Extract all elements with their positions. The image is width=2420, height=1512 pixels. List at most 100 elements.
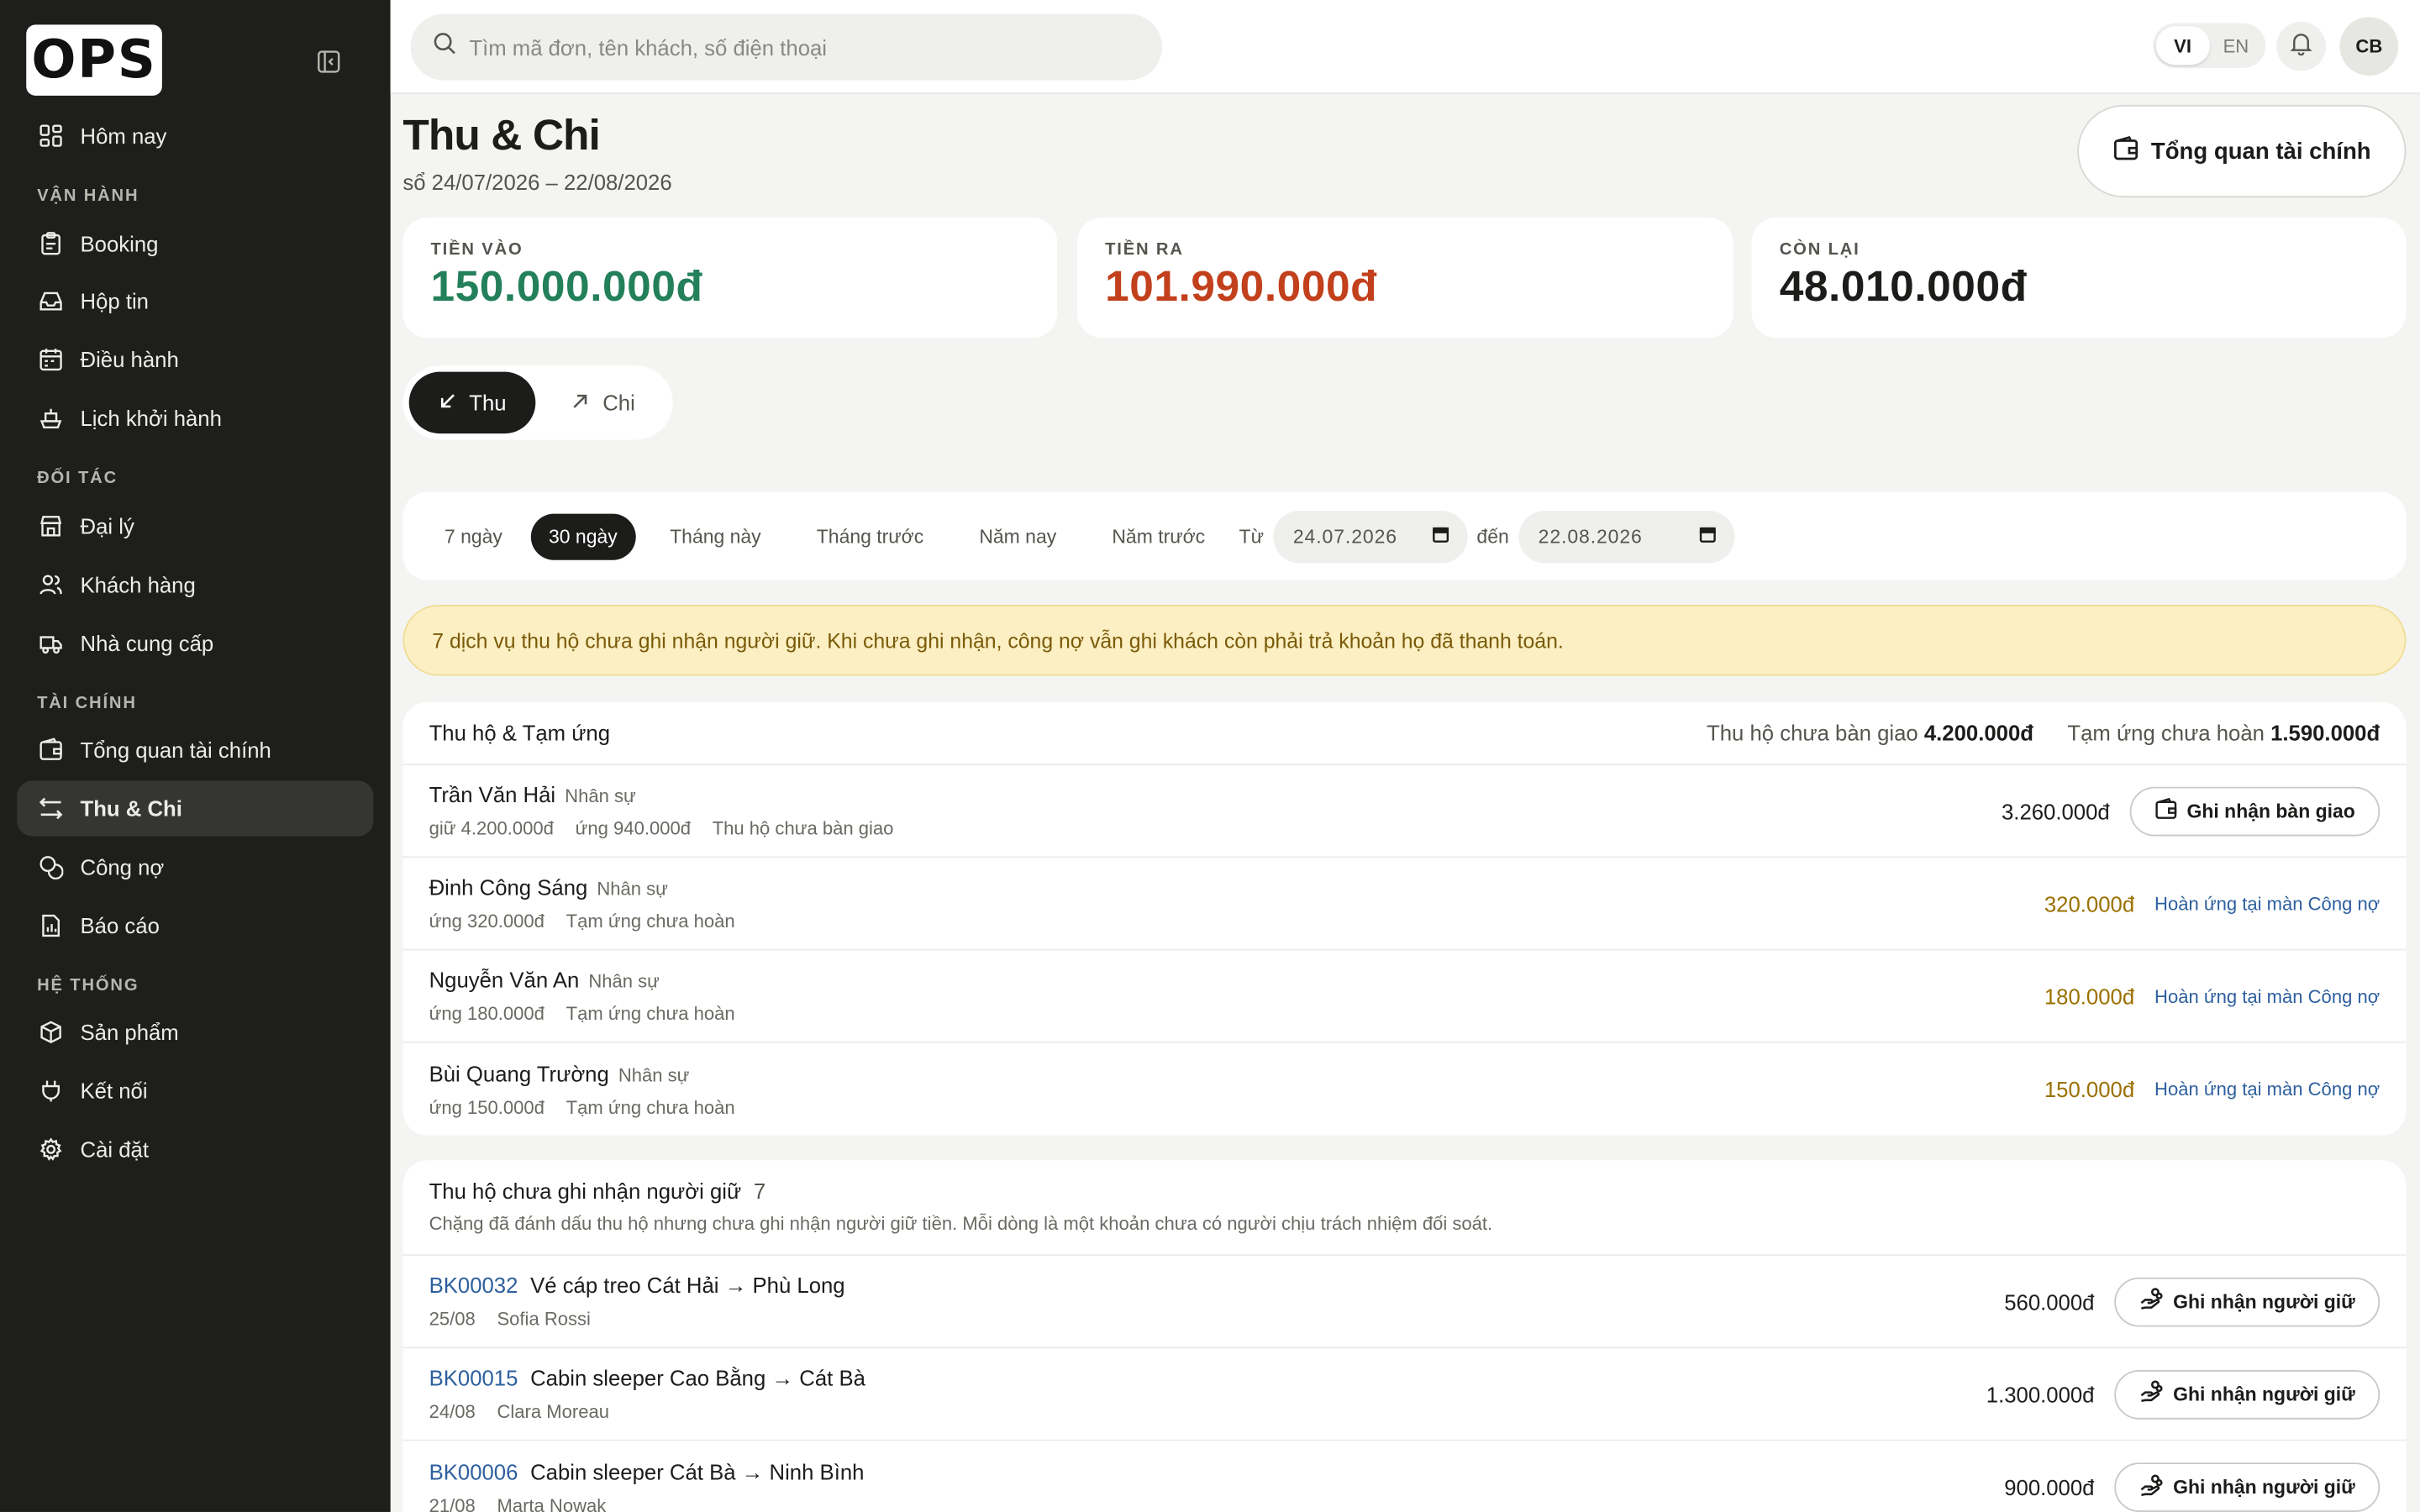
sidebar-item-settings[interactable]: Cài đặt [17,1121,373,1177]
tab-expense[interactable]: Chi [542,372,666,433]
income-expense-toggle: Thu Chi [402,365,673,440]
filter-chip-last-month[interactable]: Tháng trước [798,513,943,559]
store-icon [37,512,65,540]
table-row: Trần Văn Hải Nhân sự giữ 4.200.000đ ứng 94… [402,765,2407,858]
tab-income[interactable]: Thu [408,371,536,434]
custody-card-header: Thu hộ & Tạm ứng Thu hộ chưa bàn giao 4.… [402,702,2407,766]
grid-icon [37,122,65,150]
table-row: Bùi Quang Trường Nhân sự ứng 150.000đ Tạm … [429,1060,2381,1118]
booking-code-link[interactable]: BK00015 [429,1365,518,1389]
assign-holder-button[interactable]: Ghi nhận người giữ [2114,1462,2381,1512]
stat-card-balance: CÒN LẠI 48.010.000đ [1751,217,2407,339]
nav-section-operations: VẬN HÀNH [37,186,139,206]
stat-card-expense: TIỀN RA 101.990.000đ [1077,217,1733,339]
calendar-icon [37,345,65,373]
unassigned-collection-card: Thu hộ chưa ghi nhận người giữ 7 Chặng đã… [402,1160,2407,1512]
topbar: VI EN CB [390,0,2420,95]
search-input[interactable] [469,34,1118,60]
lang-vi-option[interactable]: VI [2155,26,2210,66]
refund-at-debt-link[interactable]: Hoàn ứng tại màn Công nợ [2154,1079,2380,1100]
calendar-icon [1432,525,1449,547]
record-handover-button[interactable]: Ghi nhận bàn giao [2129,785,2381,836]
sidebar-item-reports[interactable]: Báo cáo [17,898,373,953]
notifications-button[interactable] [2276,21,2326,71]
filter-chip-last-year[interactable]: Năm trước [1093,513,1223,559]
finance-overview-button[interactable]: Tổng quan tài chính [2077,104,2407,198]
row-amount: 180.000đ [2044,983,2135,1009]
sidebar-item-finance-overview[interactable]: Tổng quan tài chính [17,722,373,778]
unassigned-card-title: Thu hộ chưa ghi nhận người giữ [429,1179,742,1204]
person-name: Bùi Quang Trường [429,1060,609,1086]
stat-expense-value: 101.990.000đ [1105,262,1378,311]
user-avatar[interactable]: CB [2339,17,2399,76]
sidebar-item-suppliers[interactable]: Nhà cung cấp [17,616,373,671]
booking-code-link[interactable]: BK00032 [429,1273,518,1297]
filter-chip-this-year[interactable]: Năm nay [960,513,1075,559]
person-name: Đinh Công Sáng [429,874,588,900]
nav-section-system: HỆ THỐNG [37,976,139,995]
stat-expense-label: TIỀN RA [1105,240,1184,260]
wallet-icon [2112,135,2139,168]
page-title: Thu & Chi [402,111,600,160]
sidebar-item-schedule[interactable]: Lịch khởi hành [17,391,373,446]
stat-income-value: 150.000.000đ [430,262,703,311]
sidebar-item-agents[interactable]: Đại lý [17,498,373,554]
custody-summary-2: Tạm ứng chưa hoàn 1.590.000đ [2067,720,2381,746]
booking-code-link[interactable]: BK00006 [429,1459,518,1483]
stat-income-label: TIỀN VÀO [430,240,523,260]
language-switcher: VI EN [2153,23,2266,68]
truck-icon [37,629,65,657]
lang-en-option[interactable]: EN [2209,26,2262,65]
hand-coins-icon [2139,1287,2164,1316]
table-row: Nguyễn Văn An Nhân sự ứng 180.000đ Tạm ứng… [402,950,2407,1043]
assign-holder-button[interactable]: Ghi nhận người giữ [2114,1276,2381,1326]
sidebar-item-products[interactable]: Sản phẩm [17,1005,373,1060]
warning-banner: 7 dịch vụ thu hộ chưa ghi nhận người giữ… [402,604,2407,676]
filter-chip-30-days[interactable]: 30 ngày [529,512,636,559]
collapse-sidebar-icon[interactable] [312,45,345,78]
transfer-arrows-icon [37,795,65,822]
calendar-icon [1699,525,1716,547]
row-amount: 320.000đ [2044,890,2135,916]
sidebar-item-customers[interactable]: Khách hàng [17,557,373,612]
ops-logo[interactable]: OPS [26,24,162,96]
gear-icon [37,1136,65,1163]
sidebar-item-today[interactable]: Hôm nay [17,108,373,164]
row-amount: 560.000đ [2004,1289,2095,1314]
assign-holder-button[interactable]: Ghi nhận người giữ [2114,1369,2381,1419]
booking-title: Cabin sleeper Cát Bà → Ninh Bình [530,1458,865,1483]
inbox-icon [37,287,65,315]
row-amount: 3.260.000đ [2001,798,2110,823]
person-name: Trần Văn Hải [429,782,556,807]
filter-chip-7-days[interactable]: 7 ngày [426,513,521,559]
sidebar-item-debt[interactable]: Công nợ [17,839,373,895]
stat-balance-value: 48.010.000đ [1779,262,2028,311]
arrow-down-left-icon [439,391,457,415]
report-icon [37,911,65,939]
hand-coins-icon [2139,1473,2164,1502]
bell-icon [2289,30,2313,63]
ship-icon [37,404,65,432]
refund-at-debt-link[interactable]: Hoàn ứng tại màn Công nợ [2154,985,2380,1007]
unassigned-description: Chặng đã đánh dấu thu hộ nhưng chưa ghi … [429,1212,1493,1235]
sidebar: OPS Hôm nay VẬN HÀNH Booking Hộp tin Điề… [0,0,391,1512]
person-role: Nhân sự [597,878,668,900]
sidebar-item-booking[interactable]: Booking [17,216,373,271]
clipboard-icon [37,230,65,258]
person-role: Nhân sự [618,1063,690,1086]
refund-at-debt-link[interactable]: Hoàn ứng tại màn Công nợ [2154,893,2380,915]
package-icon [37,1018,65,1046]
custody-advance-card: Thu hộ & Tạm ứng Thu hộ chưa bàn giao 4.… [402,701,2407,1136]
sidebar-item-connections[interactable]: Kết nối [17,1063,373,1118]
from-date-input[interactable]: 24.07.2026 [1272,510,1468,563]
to-date-input[interactable]: 22.08.2026 [1518,510,1734,563]
search-box[interactable] [410,13,1163,81]
person-role: Nhân sự [588,970,660,992]
filter-chip-this-month[interactable]: Tháng này [651,513,780,559]
wallet-icon [2154,796,2178,825]
sidebar-item-inbox[interactable]: Hộp tin [17,273,373,328]
sidebar-item-income-expense[interactable]: Thu & Chi [17,780,374,837]
sidebar-item-dispatch[interactable]: Điều hành [17,332,373,387]
unassigned-count: 7 [753,1179,766,1204]
unassigned-card-header: Thu hộ chưa ghi nhận người giữ 7 Chặng đã… [402,1160,2407,1257]
